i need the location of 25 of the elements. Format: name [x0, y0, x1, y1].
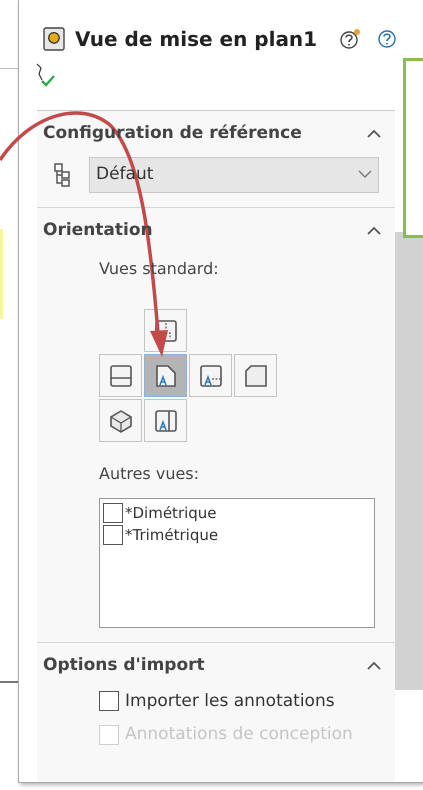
view-button[interactable]	[144, 354, 187, 397]
collapse-chevron-icon[interactable]	[367, 661, 381, 670]
section-title: Options d'import	[43, 654, 205, 677]
help-icon[interactable]	[377, 29, 398, 49]
checkbox[interactable]	[103, 525, 123, 545]
view-option[interactable]: *Trimétrique	[125, 524, 218, 546]
view-button[interactable]	[234, 354, 277, 397]
scrollbar[interactable]	[395, 232, 423, 690]
collapse-chevron-icon[interactable]	[367, 129, 381, 138]
configuration-tree-icon	[53, 162, 71, 188]
collapse-chevron-icon[interactable]	[367, 226, 381, 235]
checkbox[interactable]	[99, 691, 119, 712]
panel-title: Vue de mise en plan1	[75, 26, 318, 53]
checkbox[interactable]	[103, 503, 123, 523]
whats-new-help-icon[interactable]	[339, 28, 362, 50]
ok-checkmark-icon[interactable]	[35, 62, 57, 88]
view-button[interactable]	[144, 399, 187, 442]
view-button[interactable]	[99, 399, 142, 442]
view-button[interactable]	[189, 354, 232, 397]
drawing-view-icon	[43, 27, 65, 51]
other-views-label: Autres vues:	[99, 463, 200, 485]
view-button[interactable]	[99, 354, 142, 397]
dropdown-chevron-icon	[358, 170, 372, 179]
view-option[interactable]: *Dimétrique	[125, 502, 217, 524]
option-label[interactable]: Importer les annotations	[125, 688, 335, 714]
